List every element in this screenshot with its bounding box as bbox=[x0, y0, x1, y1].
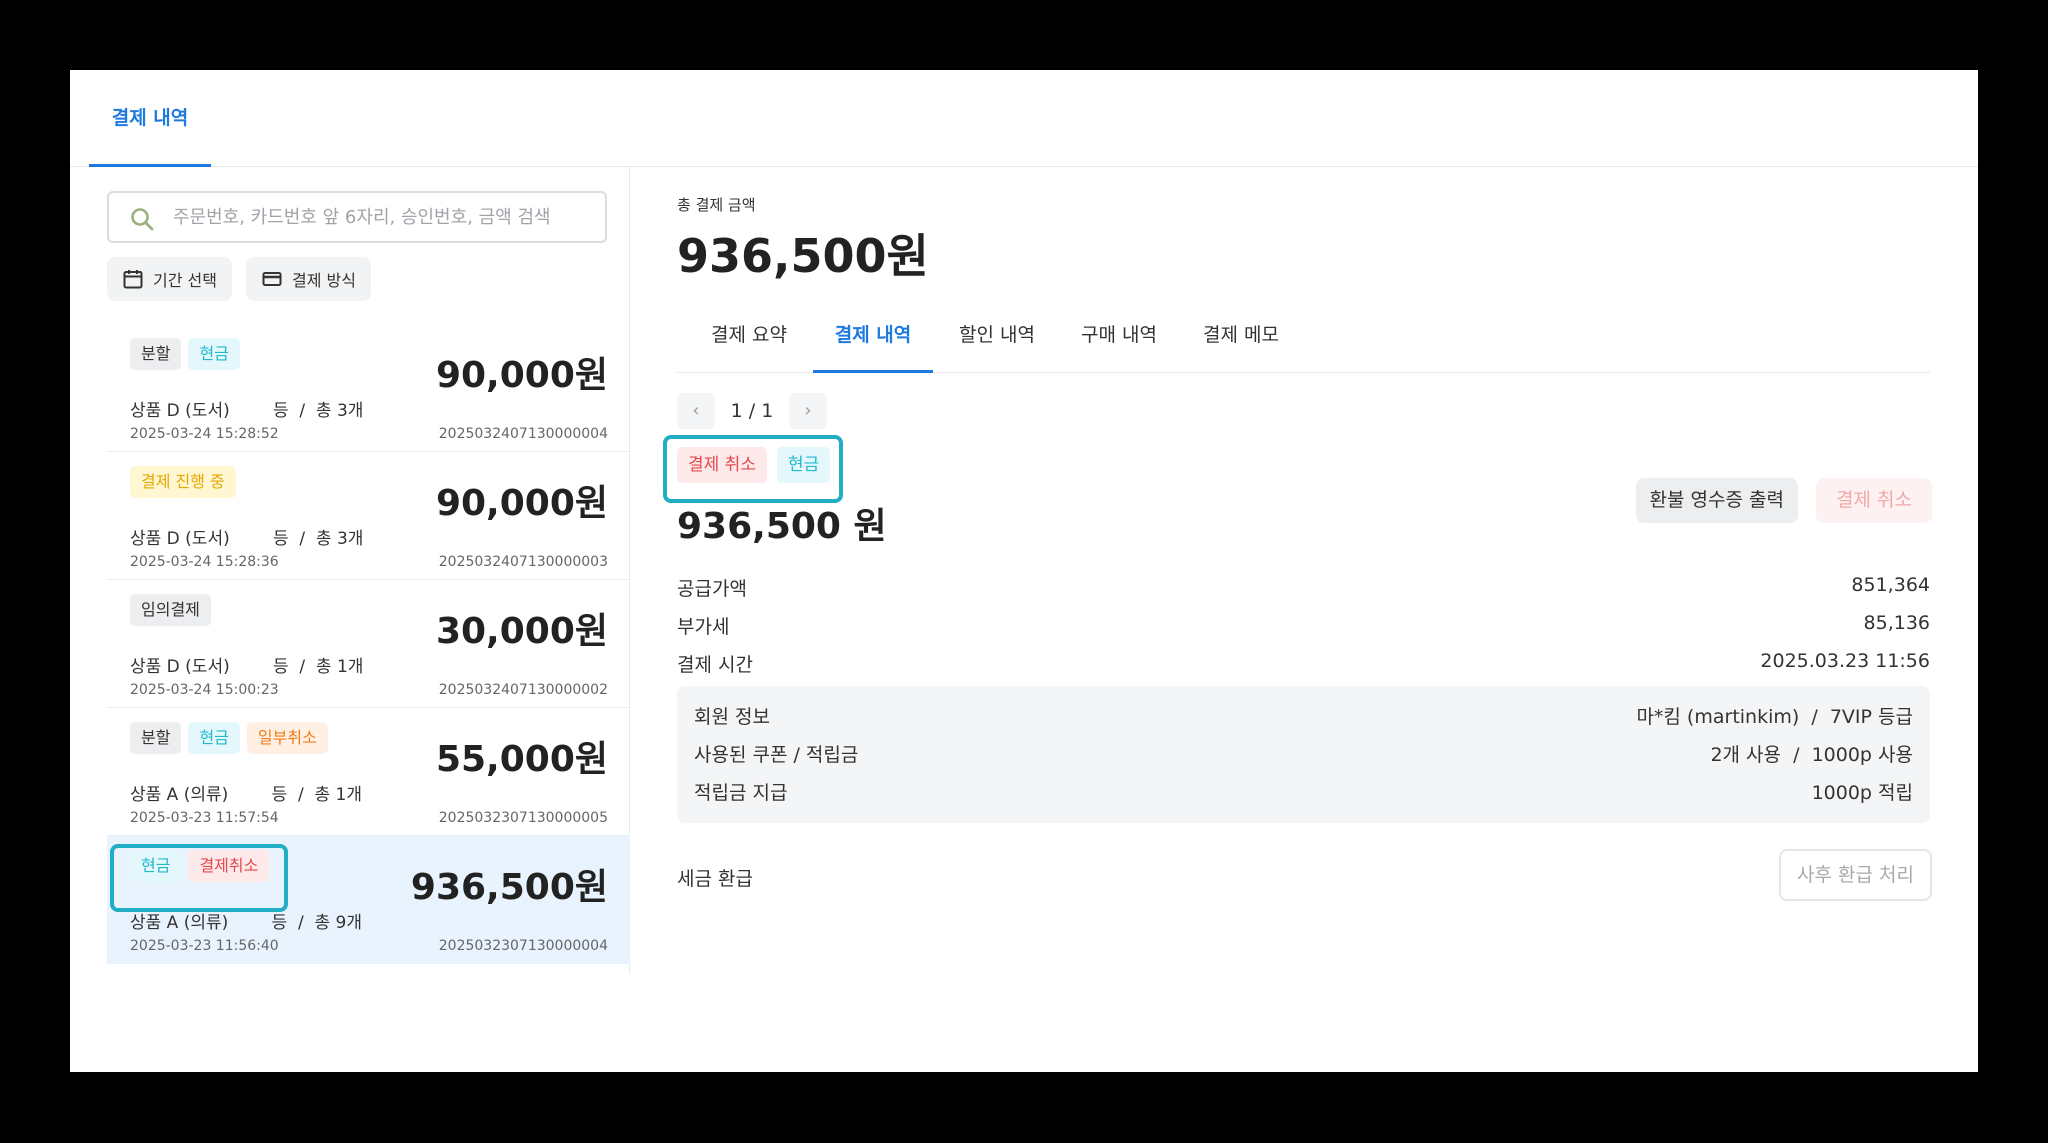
order-number: 2025032407130000003 bbox=[438, 554, 608, 570]
top-tab-bar: 결제 내역 bbox=[70, 70, 1978, 167]
search-icon bbox=[131, 208, 154, 231]
member-label: 회원 정보 bbox=[694, 706, 770, 728]
order-item[interactable]: 분할 현금 일부취소 55,000원 상품 A (의류) 등 / 총 1개 20… bbox=[107, 708, 630, 836]
order-date: 2025-03-24 15:00:23 bbox=[130, 682, 279, 698]
order-amount: 90,000원 bbox=[435, 355, 608, 396]
tab-purchase-details[interactable]: 구매 내역 bbox=[1063, 317, 1175, 373]
order-product: 상품 D (도서) 등 / 총 1개 bbox=[130, 657, 364, 677]
total-amount-label: 총 결제 금액 bbox=[677, 196, 756, 214]
detail-tab-bar: 결제 요약 결제 내역 할인 내역 구매 내역 결제 메모 bbox=[677, 317, 1930, 373]
tax-refund-label: 세금 환급 bbox=[677, 868, 753, 890]
app-window: 결제 내역 기간 선택 bbox=[70, 70, 1978, 1072]
member-row: 회원 정보 마*킴 (martinkim) / 7VIP 등급 bbox=[694, 702, 1913, 729]
order-list-panel: 기간 선택 결제 방식 분할 현금 90,000원 상품 D (도서) bbox=[70, 167, 630, 974]
total-amount: 936,500원 bbox=[677, 229, 929, 283]
supply-value: 851,364 bbox=[1851, 574, 1930, 596]
points-label: 적립금 지급 bbox=[694, 782, 788, 804]
vat-label: 부가세 bbox=[677, 616, 730, 638]
search-input[interactable] bbox=[173, 193, 593, 241]
member-info-box: 회원 정보 마*킴 (martinkim) / 7VIP 등급 사용된 쿠폰 /… bbox=[677, 686, 1930, 823]
calendar-icon bbox=[123, 270, 143, 289]
order-amount: 936,500원 bbox=[410, 867, 608, 908]
period-select-label: 기간 선택 bbox=[153, 271, 217, 290]
payment-time-label: 결제 시간 bbox=[677, 654, 753, 676]
vat-row: 부가세 85,136 bbox=[677, 612, 1930, 639]
order-number: 2025032307130000004 bbox=[438, 938, 608, 954]
highlight-box-list-tags bbox=[110, 844, 288, 912]
coupon-value: 2개 사용 / 1000p 사용 bbox=[1710, 744, 1913, 766]
tab-payment-details[interactable]: 결제 내역 bbox=[813, 317, 933, 373]
order-amount: 90,000원 bbox=[435, 483, 608, 524]
order-date: 2025-03-23 11:57:54 bbox=[130, 810, 279, 826]
order-tags: 결제 진행 중 bbox=[130, 466, 236, 498]
points-row: 적립금 지급 1000p 적립 bbox=[694, 778, 1913, 805]
order-amount: 55,000원 bbox=[435, 739, 608, 780]
coupon-label: 사용된 쿠폰 / 적립금 bbox=[694, 744, 859, 766]
cancel-payment-button[interactable]: 결제 취소 bbox=[1816, 478, 1932, 523]
order-number: 2025032407130000004 bbox=[438, 426, 608, 442]
tab-payment-summary[interactable]: 결제 요약 bbox=[693, 317, 805, 373]
status-badge: 분할 bbox=[130, 338, 182, 370]
member-value: 마*킴 (martinkim) / 7VIP 등급 bbox=[1636, 706, 1913, 728]
order-product: 상품 D (도서) 등 / 총 3개 bbox=[130, 529, 364, 549]
post-refund-button[interactable]: 사후 환급 처리 bbox=[1779, 849, 1932, 901]
order-date: 2025-03-24 15:28:52 bbox=[130, 426, 279, 442]
payment-method-button[interactable]: 결제 방식 bbox=[246, 257, 371, 301]
coupon-row: 사용된 쿠폰 / 적립금 2개 사용 / 1000p 사용 bbox=[694, 740, 1913, 767]
detail-amount: 936,500 원 bbox=[677, 506, 887, 547]
tab-payment-history[interactable]: 결제 내역 bbox=[89, 104, 211, 167]
device-frame: 결제 내역 기간 선택 bbox=[0, 0, 2048, 1143]
card-icon bbox=[262, 272, 282, 286]
pagination: ‹ 1 / 1 › bbox=[677, 393, 827, 429]
tab-payment-memo[interactable]: 결제 메모 bbox=[1185, 317, 1297, 373]
order-date: 2025-03-23 11:56:40 bbox=[130, 938, 279, 954]
tab-discount-details[interactable]: 할인 내역 bbox=[941, 317, 1053, 373]
vat-value: 85,136 bbox=[1863, 612, 1930, 634]
order-tags: 분할 현금 일부취소 bbox=[130, 722, 328, 754]
period-select-button[interactable]: 기간 선택 bbox=[107, 257, 232, 301]
supply-label: 공급가액 bbox=[677, 578, 747, 600]
prev-page-button[interactable]: ‹ bbox=[677, 393, 715, 429]
order-number: 2025032407130000002 bbox=[438, 682, 608, 698]
status-badge: 임의결제 bbox=[130, 594, 211, 626]
payment-time-row: 결제 시간 2025.03.23 11:56 bbox=[677, 650, 1930, 677]
order-date: 2025-03-24 15:28:36 bbox=[130, 554, 279, 570]
payment-method-label: 결제 방식 bbox=[292, 271, 356, 290]
payment-detail-panel: 총 결제 금액 936,500원 결제 요약 결제 내역 할인 내역 구매 내역… bbox=[663, 167, 1932, 974]
next-page-button[interactable]: › bbox=[789, 393, 827, 429]
points-value: 1000p 적립 bbox=[1811, 782, 1913, 804]
order-amount: 30,000원 bbox=[435, 611, 608, 652]
order-item[interactable]: 결제 진행 중 90,000원 상품 D (도서) 등 / 총 3개 2025-… bbox=[107, 452, 630, 580]
highlight-box-detail-tags bbox=[663, 435, 843, 503]
refund-receipt-button[interactable]: 환불 영수증 출력 bbox=[1635, 478, 1798, 523]
order-product: 상품 D (도서) 등 / 총 3개 bbox=[130, 401, 364, 421]
order-tags: 분할 현금 bbox=[130, 338, 240, 370]
order-tags: 임의결제 bbox=[130, 594, 211, 626]
order-product: 상품 A (의류) 등 / 총 1개 bbox=[130, 785, 362, 805]
search-box[interactable] bbox=[107, 191, 607, 243]
payment-time-value: 2025.03.23 11:56 bbox=[1760, 650, 1930, 672]
order-item[interactable]: 임의결제 30,000원 상품 D (도서) 등 / 총 1개 2025-03-… bbox=[107, 580, 630, 708]
order-number: 2025032307130000005 bbox=[438, 810, 608, 826]
page-indicator: 1 / 1 bbox=[730, 400, 774, 422]
order-item[interactable]: 분할 현금 90,000원 상품 D (도서) 등 / 총 3개 2025-03… bbox=[107, 324, 630, 452]
status-badge: 현금 bbox=[188, 722, 240, 754]
status-badge: 현금 bbox=[188, 338, 240, 370]
supply-row: 공급가액 851,364 bbox=[677, 574, 1930, 601]
status-badge: 분할 bbox=[130, 722, 182, 754]
status-badge: 일부취소 bbox=[246, 722, 328, 754]
status-badge: 결제 진행 중 bbox=[130, 466, 236, 498]
